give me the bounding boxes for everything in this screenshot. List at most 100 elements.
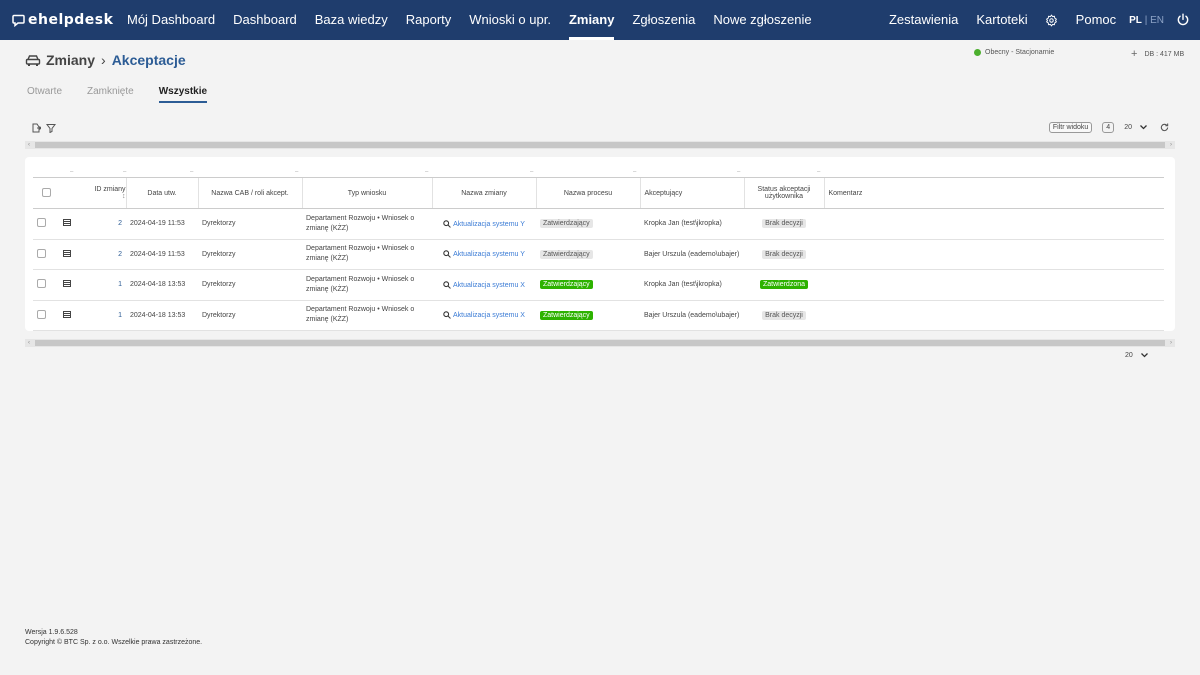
column-filter-placeholder[interactable]: – (123, 169, 126, 175)
cell-cab: Dyrektorzy (198, 208, 302, 240)
process-badge: Zatwierdzający (540, 249, 593, 259)
details-icon (63, 280, 71, 288)
nav-kartoteki[interactable]: Kartoteki (967, 0, 1036, 40)
breadcrumb-root[interactable]: Zmiany (46, 52, 95, 68)
filter-icon[interactable] (46, 123, 56, 133)
cell-id[interactable]: 1 (91, 269, 126, 301)
cell-cab: Dyrektorzy (198, 269, 302, 301)
lang-separator: | (1144, 14, 1148, 26)
scroll-right-arrow[interactable]: › (1167, 141, 1175, 149)
cell-date: 2024-04-18 13:53 (126, 300, 198, 331)
db-info: + DB : 417 MB (1131, 48, 1184, 60)
cell-comment (824, 208, 1164, 240)
cell-date: 2024-04-18 13:53 (126, 269, 198, 301)
nav-item[interactable]: Raporty (397, 0, 461, 40)
cell-cab: Dyrektorzy (198, 239, 302, 270)
column-filter-placeholder[interactable]: – (817, 169, 820, 175)
change-name-link[interactable]: Aktualizacja systemu X (443, 311, 525, 319)
column-filter-placeholder[interactable]: – (633, 169, 636, 175)
page-size-select[interactable]: 20 (1124, 124, 1147, 131)
settings-gear-icon[interactable] (1037, 0, 1067, 40)
cell-type: Departament Rozwoju • Wniosek o zmianę (… (302, 208, 432, 240)
cell-status: Brak decyzji (744, 208, 824, 240)
record-count-badge: 4 (1102, 122, 1115, 133)
tab[interactable]: Wszystkie (158, 86, 208, 103)
column-filter-placeholder[interactable]: – (425, 169, 428, 175)
scroll-right-arrow[interactable]: › (1167, 339, 1175, 347)
cell-name: Aktualizacja systemu Y (432, 208, 536, 240)
scroll-left-arrow[interactable]: ‹ (25, 141, 33, 149)
change-name-link[interactable]: Aktualizacja systemu Y (443, 250, 525, 259)
horizontal-scrollbar-bottom[interactable]: ‹ › (25, 339, 1175, 347)
column-filter-placeholder[interactable]: – (70, 169, 73, 175)
col-status[interactable]: Status akceptacji użytkownika (743, 177, 824, 209)
cell-id[interactable]: 1 (91, 300, 126, 331)
row-details-button[interactable] (63, 219, 71, 227)
col-process[interactable]: Nazwa procesu (535, 177, 640, 209)
column-filter-placeholder[interactable]: – (190, 169, 193, 175)
lang-en[interactable]: EN (1150, 15, 1164, 26)
nav-zestawienia[interactable]: Zestawienia (880, 0, 967, 40)
row-details-button[interactable] (63, 249, 71, 257)
cell-process: Zatwierdzający (536, 269, 640, 301)
row-checkbox[interactable] (37, 218, 46, 228)
row-checkbox[interactable] (37, 309, 46, 319)
table-row[interactable]: 1 2024-04-18 13:53 Dyrektorzy Departament R… (33, 269, 1164, 301)
cell-id[interactable]: 2 (91, 208, 126, 240)
col-name[interactable]: Nazwa zmiany (431, 177, 536, 209)
col-id[interactable]: ID zmiany ↕ (91, 177, 126, 209)
select-all-checkbox[interactable] (41, 187, 51, 197)
row-details-button[interactable] (63, 280, 71, 288)
view-filter-button[interactable]: Filtr widoku (1048, 122, 1093, 133)
add-button[interactable]: + (1131, 48, 1137, 60)
page-size-select-bottom[interactable]: 20 (1125, 352, 1148, 359)
version-text: Wersja 1.9.6.528 (25, 629, 78, 636)
table-row[interactable]: 2 2024-04-19 11:53 Dyrektorzy Departament R… (33, 239, 1164, 270)
scrollbar-thumb[interactable] (35, 142, 1165, 148)
nav-item[interactable]: Zmiany (560, 0, 624, 40)
tab[interactable]: Otwarte (27, 86, 62, 103)
tab-bar: Otwarte Zamknięte Wszystkie (27, 86, 232, 103)
nav-item[interactable]: Wnioski o upr. (460, 0, 560, 40)
nav-item[interactable]: Baza wiedzy (306, 0, 397, 40)
nav-item[interactable]: Zgłoszenia (623, 0, 704, 40)
col-comment[interactable]: Komentarz (823, 177, 1164, 209)
col-type[interactable]: Typ wniosku (301, 177, 432, 209)
row-details-button[interactable] (63, 310, 71, 318)
scroll-left-arrow[interactable]: ‹ (25, 339, 33, 347)
change-name-link[interactable]: Aktualizacja systemu X (443, 281, 525, 289)
column-filter-placeholder[interactable]: – (737, 169, 740, 175)
tab[interactable]: Zamknięte (87, 86, 134, 103)
search-icon (443, 250, 451, 259)
refresh-icon[interactable] (1160, 123, 1169, 132)
status-label: Obecny - Stacjonarnie (985, 49, 1055, 56)
horizontal-scrollbar-top[interactable]: ‹ › (25, 141, 1175, 149)
row-select-cell (33, 269, 59, 301)
table-row[interactable]: 1 2024-04-18 13:53 Dyrektorzy Departament R… (33, 300, 1164, 331)
nav-item[interactable]: Mój Dashboard (118, 0, 224, 40)
col-approver[interactable]: Akceptujący (639, 177, 744, 209)
cell-type: Departament Rozwoju • Wniosek o zmianę (… (302, 269, 432, 301)
table-row[interactable]: 2 2024-04-19 11:53 Dyrektorzy Departament R… (33, 208, 1164, 240)
nav-item[interactable]: Dashboard (224, 0, 306, 40)
col-cab[interactable]: Nazwa CAB / roli akcept. (197, 177, 302, 209)
export-icon[interactable] (31, 123, 41, 133)
logo[interactable]: ehelpdesk (12, 12, 118, 28)
column-filter-placeholder[interactable]: – (295, 169, 298, 175)
cell-process: Zatwierdzający (536, 208, 640, 240)
scrollbar-thumb[interactable] (35, 340, 1165, 346)
row-checkbox[interactable] (37, 248, 46, 258)
nav-item[interactable]: Nowe zgłoszenie (704, 0, 820, 40)
lang-pl[interactable]: PL (1129, 15, 1142, 26)
nav-pomoc[interactable]: Pomoc (1067, 0, 1125, 40)
details-icon (63, 219, 71, 227)
col-date[interactable]: Data utw. (125, 177, 198, 209)
details-icon (63, 310, 71, 318)
cell-comment (824, 300, 1164, 331)
presence-status[interactable]: Obecny - Stacjonarnie (974, 49, 1054, 56)
change-name-link[interactable]: Aktualizacja systemu Y (443, 220, 525, 228)
row-checkbox[interactable] (37, 279, 46, 289)
power-icon[interactable] (1170, 0, 1196, 40)
cell-id[interactable]: 2 (91, 239, 126, 270)
column-filter-placeholder[interactable]: – (530, 169, 533, 175)
